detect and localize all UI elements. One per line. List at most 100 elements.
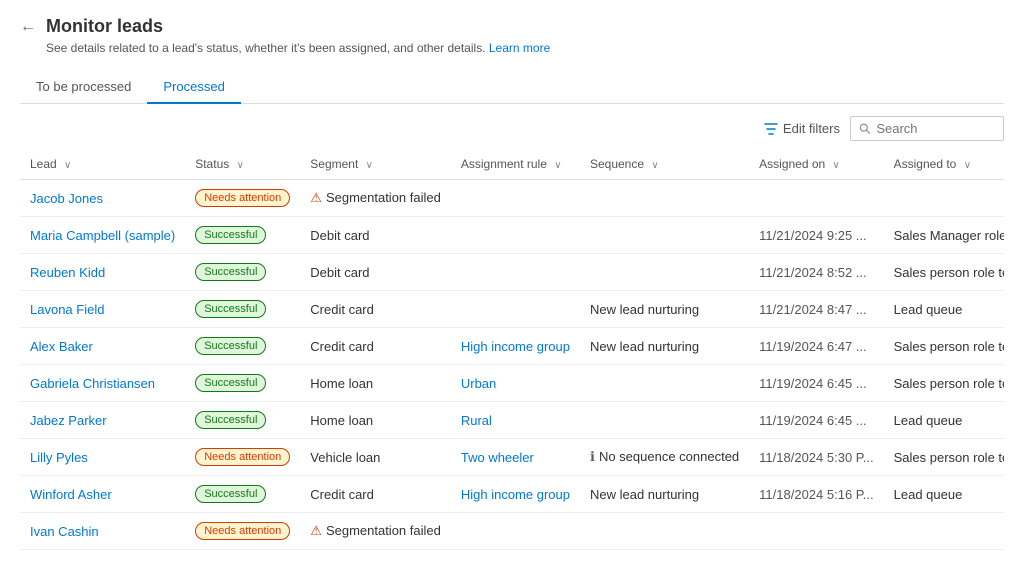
sort-icon-status: ∨ [237, 160, 244, 171]
assigned-to-cell: Lead queue [884, 476, 1004, 513]
sequence-cell [580, 180, 749, 217]
sequence-cell: New lead nurturing [580, 291, 749, 328]
assignment-rule-cell [451, 254, 580, 291]
segment-text: Debit card [300, 254, 451, 291]
lead-link[interactable]: Winford Asher [30, 487, 112, 502]
sort-icon-assigned-on: ∨ [833, 160, 840, 171]
assignment-rule-cell [451, 513, 580, 550]
status-badge: Successful [195, 300, 266, 318]
sort-icon-sequence: ∨ [651, 160, 658, 171]
table-row: Jabez ParkerSuccessfulHome loanRural11/1… [20, 402, 1004, 439]
lead-link[interactable]: Reuben Kidd [30, 265, 105, 280]
lead-link[interactable]: Alex Baker [30, 339, 93, 354]
tab-processed[interactable]: Processed [147, 71, 240, 104]
tabs-container: To be processed Processed [20, 71, 1004, 104]
col-header-assignment[interactable]: Assignment rule ∨ [451, 149, 580, 180]
status-badge: Needs attention [195, 189, 290, 207]
table-container: Lead ∨ Status ∨ Segment ∨ Assignment rul… [20, 149, 1004, 550]
lead-link[interactable]: Gabriela Christiansen [30, 376, 155, 391]
assigned-on-cell: 11/18/2024 5:16 P... [749, 476, 883, 513]
assigned-to-cell [884, 513, 1004, 550]
back-button[interactable]: ← [20, 18, 36, 36]
table-row: Alex BakerSuccessfulCredit cardHigh inco… [20, 328, 1004, 365]
col-header-assigned-to[interactable]: Assigned to ∨ [884, 149, 1004, 180]
back-icon: ← [20, 18, 36, 36]
table-row: Ivan Cashin Needs attention ⚠ Segmentation … [20, 513, 1004, 550]
table-row: Jacob JonesNeeds attention⚠Segmentation … [20, 180, 1004, 217]
assignment-rule-cell: High income group [451, 328, 580, 365]
assigned-to-cell: Sales person role team [884, 254, 1004, 291]
assigned-on-cell: 11/19/2024 6:45 ... [749, 402, 883, 439]
sort-icon-assigned-to: ∨ [964, 160, 971, 171]
segment-text: Credit card [300, 328, 451, 365]
status-badge: Needs attention [195, 522, 290, 540]
segment-text: Segmentation failed [326, 523, 441, 538]
status-badge: Successful [195, 485, 266, 503]
tab-to-be-processed[interactable]: To be processed [20, 71, 147, 104]
sequence-cell: ℹ No sequence connected [580, 439, 749, 476]
table-row: Maria Campbell (sample)SuccessfulDebit c… [20, 217, 1004, 254]
toolbar: Edit filters [20, 104, 1004, 149]
assigned-on-cell [749, 513, 883, 550]
page-title: Monitor leads [46, 16, 163, 37]
col-header-segment[interactable]: Segment ∨ [300, 149, 451, 180]
assignment-rule-cell: Rural [451, 402, 580, 439]
segment-text: Credit card [300, 291, 451, 328]
sequence-text: No sequence connected [599, 449, 739, 464]
col-header-assigned-on[interactable]: Assigned on ∨ [749, 149, 883, 180]
lead-link[interactable]: Ivan Cashin [30, 524, 99, 539]
assigned-on-cell [749, 180, 883, 217]
sort-icon-segment: ∨ [366, 160, 373, 171]
sequence-cell [580, 365, 749, 402]
lead-link[interactable]: Lavona Field [30, 302, 104, 317]
page-header: ← Monitor leads [20, 16, 1004, 37]
segment-cell: ⚠ Segmentation failed [300, 513, 451, 550]
assignment-rule-cell [451, 217, 580, 254]
status-badge: Successful [195, 263, 266, 281]
table-row: Gabriela Christiansen Successful Home loan… [20, 365, 1004, 402]
lead-link[interactable]: Jabez Parker [30, 413, 107, 428]
edit-filters-button[interactable]: Edit filters [764, 121, 840, 136]
assigned-on-cell: 11/19/2024 6:47 ... [749, 328, 883, 365]
sequence-cell [580, 402, 749, 439]
segment-text: Segmentation failed [326, 190, 441, 205]
assigned-to-cell: Lead queue [884, 402, 1004, 439]
col-header-lead[interactable]: Lead ∨ [20, 149, 185, 180]
search-box [850, 116, 1004, 141]
assigned-to-cell: Sales person role team [884, 439, 1004, 476]
segment-text: Credit card [300, 476, 451, 513]
assigned-to-cell: Lead queue [884, 291, 1004, 328]
assigned-on-cell: 11/19/2024 6:45 ... [749, 365, 883, 402]
assigned-on-cell: 11/18/2024 5:30 P... [749, 439, 883, 476]
search-icon [859, 122, 870, 135]
col-header-status[interactable]: Status ∨ [185, 149, 300, 180]
assigned-to-cell: Sales person role team [884, 365, 1004, 402]
sequence-cell [580, 217, 749, 254]
sequence-cell [580, 254, 749, 291]
status-badge: Successful [195, 226, 266, 244]
filter-icon [764, 122, 778, 136]
assigned-on-cell: 11/21/2024 8:52 ... [749, 254, 883, 291]
assigned-to-cell: Sales person role team [884, 328, 1004, 365]
col-header-sequence[interactable]: Sequence ∨ [580, 149, 749, 180]
segment-text: Vehicle loan [300, 439, 451, 476]
search-input[interactable] [876, 121, 995, 136]
assignment-rule-cell: High income group [451, 476, 580, 513]
status-badge: Needs attention [195, 448, 290, 466]
sequence-cell: New lead nurturing [580, 476, 749, 513]
assigned-to-cell: Sales Manager role te... [884, 217, 1004, 254]
assignment-rule-cell: Urban [451, 365, 580, 402]
assigned-on-cell: 11/21/2024 8:47 ... [749, 291, 883, 328]
lead-link[interactable]: Lilly Pyles [30, 450, 88, 465]
assigned-to-cell [884, 180, 1004, 217]
assignment-rule-cell: Two wheeler [451, 439, 580, 476]
lead-link[interactable]: Maria Campbell (sample) [30, 228, 175, 243]
info-icon: ℹ [590, 449, 595, 464]
status-badge: Successful [195, 374, 266, 392]
learn-more-link[interactable]: Learn more [489, 41, 550, 55]
segment-text: Home loan [300, 365, 451, 402]
assigned-on-cell: 11/21/2024 9:25 ... [749, 217, 883, 254]
warning-icon: ⚠ [310, 523, 322, 538]
lead-link[interactable]: Jacob Jones [30, 191, 103, 206]
table-row: Winford Asher Successful Credit cardHigh i… [20, 476, 1004, 513]
